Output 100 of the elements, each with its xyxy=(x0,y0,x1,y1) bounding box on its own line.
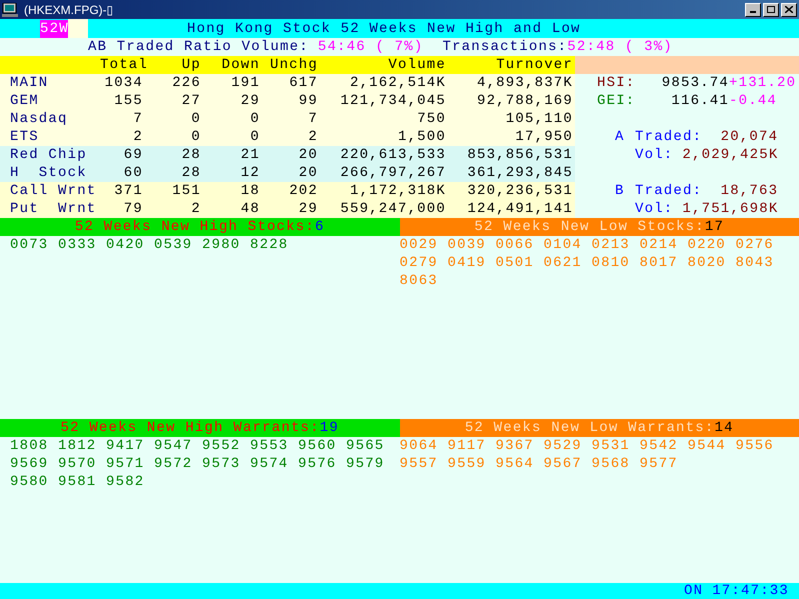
vol-label: Vol: xyxy=(635,200,674,218)
stock-code[interactable]: 9576 xyxy=(298,455,336,473)
stock-code[interactable]: 0621 xyxy=(544,254,582,272)
section-count: 17 xyxy=(704,218,724,236)
table-cell-text: 28 xyxy=(180,164,202,182)
stock-code[interactable]: 9547 xyxy=(154,437,192,455)
stock-code[interactable]: 9117 xyxy=(448,437,486,455)
section-title: 52 Weeks New High Warrants: xyxy=(60,419,320,437)
stock-code[interactable]: 0539 xyxy=(154,236,192,254)
section-title: 52 Weeks New Low Warrants: xyxy=(464,419,714,437)
table-cell-text: 0 xyxy=(249,110,261,128)
stock-code[interactable]: 0073 xyxy=(10,236,48,254)
index-value: 116.41 xyxy=(670,92,729,110)
stock-code[interactable]: 9552 xyxy=(202,437,240,455)
table-cell-text: 18 xyxy=(240,182,261,200)
stock-code[interactable]: 0420 xyxy=(106,236,144,254)
stock-code[interactable]: 0276 xyxy=(736,236,774,254)
stock-code[interactable]: 9579 xyxy=(346,455,384,473)
stock-code[interactable]: 9569 xyxy=(10,455,48,473)
table-cell-text: 853,856,531 xyxy=(466,146,574,164)
maximize-button[interactable] xyxy=(763,2,779,16)
table-cell-text: 28 xyxy=(180,146,202,164)
table-cell-text: 60 xyxy=(122,164,144,182)
stock-code[interactable]: 9367 xyxy=(496,437,534,455)
table-cell-text: 559,247,000 xyxy=(339,200,447,218)
stock-code[interactable]: 8017 xyxy=(640,254,678,272)
stock-code[interactable]: 0066 xyxy=(496,236,534,254)
index-change: +131.20 xyxy=(729,74,796,92)
section-count: 19 xyxy=(320,419,339,437)
stock-code[interactable]: 9557 xyxy=(400,455,438,473)
table-cell-text: 0 xyxy=(249,128,261,146)
stock-code[interactable]: 9544 xyxy=(688,437,726,455)
computer-icon xyxy=(2,2,18,16)
stock-code[interactable]: 9572 xyxy=(154,455,192,473)
stock-code[interactable]: 9570 xyxy=(58,455,96,473)
table-cell-text: 92,788,169 xyxy=(476,92,574,110)
table-cell-text: 21 xyxy=(240,146,261,164)
stock-code[interactable]: 0501 xyxy=(496,254,534,272)
row-label: Red Chip xyxy=(9,146,88,164)
stock-code[interactable]: 0279 xyxy=(400,254,438,272)
stock-code[interactable]: 9577 xyxy=(640,455,678,473)
column-header: Total xyxy=(100,56,145,74)
stock-code[interactable]: 8228 xyxy=(250,236,288,254)
stock-code[interactable]: 8063 xyxy=(400,272,438,290)
stock-code[interactable]: 8043 xyxy=(736,254,774,272)
column-header: Unchg xyxy=(268,56,319,74)
row-label: MAIN xyxy=(9,74,50,92)
stock-code[interactable]: 1808 xyxy=(10,437,48,455)
banner-title: Hong Kong Stock 52 Weeks New High and Low xyxy=(187,20,581,38)
badge: 52W xyxy=(40,20,68,38)
stock-code[interactable]: 9531 xyxy=(592,437,630,455)
stock-code[interactable]: 9542 xyxy=(640,437,678,455)
stock-code[interactable]: 0214 xyxy=(640,236,678,254)
stock-code[interactable]: 0104 xyxy=(544,236,582,254)
stock-code[interactable]: 8020 xyxy=(688,254,726,272)
stock-code[interactable]: 0220 xyxy=(688,236,726,254)
table-cell-text: 79 xyxy=(122,200,144,218)
stock-code[interactable]: 9553 xyxy=(250,437,288,455)
stock-code[interactable]: 1812 xyxy=(58,437,96,455)
table-cell-text: 2,162,514K xyxy=(348,74,447,92)
banner-gap xyxy=(68,19,88,38)
stock-code[interactable]: 0039 xyxy=(448,236,486,254)
stock-code[interactable]: 9559 xyxy=(448,455,486,473)
table-cell-text: 29 xyxy=(240,92,261,110)
stock-code[interactable]: 9582 xyxy=(106,473,144,491)
stock-code[interactable]: 9568 xyxy=(592,455,630,473)
ratio-label: AB Traded Ratio Volume: xyxy=(88,38,309,56)
table-cell-text: 361,293,845 xyxy=(466,164,574,182)
minimize-button[interactable] xyxy=(745,2,761,16)
stock-code[interactable]: 9564 xyxy=(496,455,534,473)
clock-time: 17:47:33 xyxy=(712,583,789,599)
stock-code[interactable]: 9581 xyxy=(58,473,96,491)
stock-code[interactable]: 0333 xyxy=(58,236,96,254)
index-name: GEI: xyxy=(597,92,636,110)
table-cell-text: 29 xyxy=(298,200,319,218)
table-cell-text: 151 xyxy=(171,182,202,200)
stock-code[interactable]: 9580 xyxy=(10,473,48,491)
stock-code[interactable]: 0810 xyxy=(592,254,630,272)
stock-code[interactable]: 9560 xyxy=(298,437,336,455)
stock-code[interactable]: 9571 xyxy=(106,455,144,473)
stock-code[interactable]: 9529 xyxy=(544,437,582,455)
stock-code[interactable]: 9417 xyxy=(106,437,144,455)
stock-code[interactable]: 0419 xyxy=(448,254,486,272)
stock-code[interactable]: 0213 xyxy=(592,236,630,254)
table-cell-text: 2 xyxy=(190,200,202,218)
stock-code[interactable]: 9573 xyxy=(202,455,240,473)
close-button[interactable] xyxy=(781,2,797,16)
table-cell-text: 48 xyxy=(240,200,261,218)
table-cell-text: 20 xyxy=(298,164,319,182)
table-cell-text: 1,172,318K xyxy=(348,182,447,200)
stock-code[interactable]: 9565 xyxy=(346,437,384,455)
stock-code[interactable]: 0029 xyxy=(400,236,438,254)
stock-code[interactable]: 9556 xyxy=(736,437,774,455)
index-value: 9853.74 xyxy=(660,74,729,92)
stock-code[interactable]: 9064 xyxy=(400,437,438,455)
stock-code[interactable]: 9574 xyxy=(250,455,288,473)
table-cell-text: 202 xyxy=(288,182,319,200)
stock-code[interactable]: 9567 xyxy=(544,455,582,473)
stock-code[interactable]: 2980 xyxy=(202,236,240,254)
window-title: (HKEXM.FPG)-▯ xyxy=(24,2,114,18)
